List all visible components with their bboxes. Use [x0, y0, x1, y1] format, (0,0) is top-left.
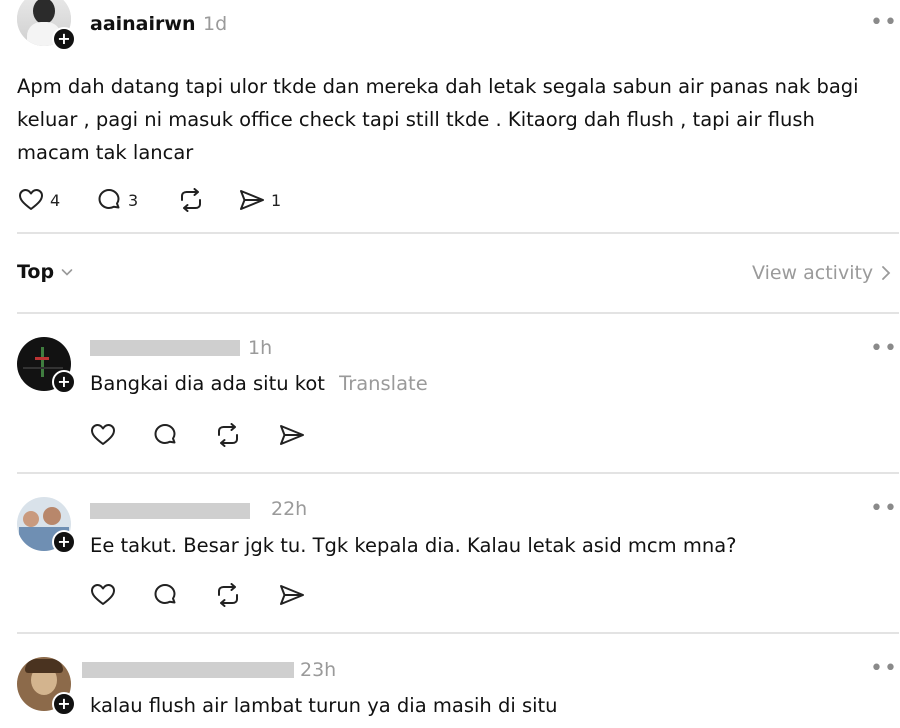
comment-time: 23h [300, 659, 337, 681]
follow-plus-icon[interactable]: + [52, 27, 76, 51]
translate-link[interactable]: Translate [339, 372, 428, 395]
share-button[interactable]: 1 [238, 188, 281, 212]
comment-actions [90, 583, 330, 609]
comment-time: 22h [271, 498, 308, 520]
post-time: 1d [203, 13, 228, 35]
comment-icon [98, 189, 120, 209]
follow-plus-icon[interactable]: + [52, 530, 76, 554]
repost-icon[interactable] [214, 423, 242, 447]
comment-actions [90, 423, 330, 449]
more-options-icon[interactable]: ••• [870, 656, 900, 681]
sort-dropdown[interactable]: Top [17, 261, 73, 283]
repost-button[interactable] [177, 188, 205, 212]
redacted-username [82, 662, 294, 678]
comment-body: Bangkai dia ada situ kot [90, 372, 325, 395]
send-icon[interactable] [278, 423, 306, 447]
follow-plus-icon[interactable]: + [52, 692, 76, 716]
sort-label: Top [17, 261, 55, 283]
post-text: Apm dah datang tapi ulor tkde dan mereka… [17, 75, 859, 164]
redacted-username [90, 340, 240, 356]
repost-icon [181, 188, 201, 212]
comment-icon[interactable] [152, 423, 178, 447]
divider [17, 232, 899, 234]
reply-count: 3 [128, 190, 139, 210]
comment-text: kalau flush air lambat turun ya dia masi… [90, 694, 558, 717]
chevron-down-icon [61, 269, 73, 276]
like-button[interactable]: 4 [18, 188, 60, 212]
send-icon [240, 190, 264, 210]
divider [17, 312, 899, 314]
view-activity-link[interactable]: View activity [752, 262, 891, 284]
more-options-icon[interactable]: ••• [870, 496, 900, 521]
post-author-name[interactable]: aainairwn [90, 13, 195, 35]
send-icon[interactable] [278, 583, 306, 607]
divider [17, 472, 899, 474]
comment-time: 1h [248, 337, 273, 359]
heart-icon [19, 189, 43, 210]
more-options-icon[interactable]: ••• [870, 10, 900, 35]
like-count: 4 [50, 190, 61, 210]
comment-icon[interactable] [152, 583, 178, 607]
divider [17, 632, 899, 634]
view-activity-label: View activity [752, 262, 874, 284]
more-options-icon[interactable]: ••• [870, 336, 900, 361]
chevron-right-icon [882, 266, 891, 280]
heart-icon[interactable] [90, 583, 116, 607]
comment-text: Bangkai dia ada situ kot Translate [90, 367, 428, 400]
redacted-username [90, 503, 250, 519]
comment-text: Ee takut. Besar jgk tu. Tgk kepala dia. … [90, 534, 737, 557]
repost-icon[interactable] [214, 583, 242, 607]
reply-button[interactable]: 3 [96, 188, 138, 212]
heart-icon[interactable] [90, 423, 116, 447]
share-count: 1 [271, 190, 282, 210]
follow-plus-icon[interactable]: + [52, 370, 76, 394]
